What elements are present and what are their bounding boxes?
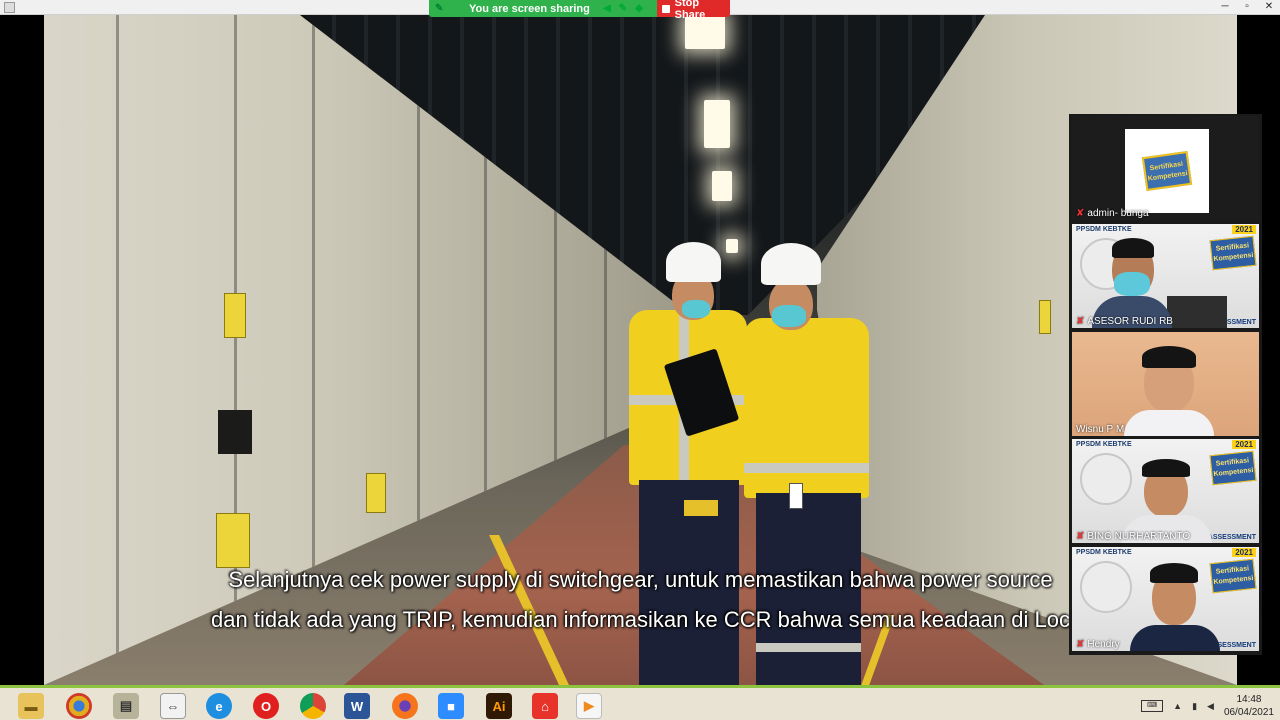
window-app-icon bbox=[4, 2, 15, 13]
share-status-bar[interactable]: ✎ You are screen sharing ◀ ✎ ◆ bbox=[429, 0, 657, 17]
shared-video: Selanjutnya cek power supply di switchge… bbox=[44, 15, 1237, 685]
warning-label bbox=[216, 513, 250, 568]
chrome-icon[interactable] bbox=[300, 693, 326, 719]
media-player-icon[interactable]: ▶ bbox=[576, 693, 602, 719]
participant-name: ✘ BING NURHARTANTO bbox=[1076, 531, 1191, 542]
word-icon[interactable]: W bbox=[344, 693, 370, 719]
profile-picture: Sertifikasi Kompetensi bbox=[1125, 129, 1209, 213]
participant-tile[interactable]: Wisnu P M bbox=[1072, 332, 1259, 436]
certification-logo: Sertifikasi Kompetensi bbox=[1141, 150, 1193, 192]
ministry-seal-icon bbox=[1080, 453, 1132, 505]
mic-muted-icon: ✘ bbox=[1076, 531, 1085, 542]
participant-name: ✘ admin- bunga bbox=[1076, 208, 1149, 219]
share-status-text: You are screen sharing bbox=[469, 2, 590, 15]
pin-icon[interactable]: ✎ bbox=[435, 3, 449, 14]
teamviewer-icon[interactable]: ⇔ bbox=[160, 693, 186, 719]
volume-icon[interactable]: ◀ bbox=[1207, 701, 1214, 712]
stop-share-button[interactable]: Stop Share bbox=[657, 0, 730, 21]
stop-square-icon bbox=[662, 4, 670, 13]
close-icon[interactable]: ✕ bbox=[1262, 0, 1276, 14]
file-explorer-icon[interactable]: ▬ bbox=[18, 693, 44, 719]
maximize-icon[interactable]: ▫ bbox=[1240, 0, 1254, 14]
participant-name: ✘ ASESOR RUDI RB bbox=[1076, 316, 1173, 327]
chrome-legacy-icon[interactable] bbox=[66, 693, 92, 719]
participant-tile[interactable]: PPSDM KEBTKE 2021 Sertifikasi Kompetensi… bbox=[1072, 547, 1259, 651]
ceiling-light bbox=[704, 100, 730, 148]
screen-share-banner: ✎ You are screen sharing ◀ ✎ ◆ Stop Shar… bbox=[429, 0, 730, 21]
network-icon[interactable]: ▮ bbox=[1192, 701, 1197, 712]
shield-icon[interactable]: ◆ bbox=[631, 3, 647, 14]
warning-label bbox=[366, 473, 386, 513]
certification-badge: Sertifikasi Kompetensi bbox=[1209, 235, 1257, 271]
firefox-icon[interactable] bbox=[392, 693, 418, 719]
brand-text: PPSDM KEBTKE bbox=[1076, 549, 1132, 556]
brand-text: PPSDM KEBTKE bbox=[1076, 441, 1132, 448]
mic-muted-icon: ✘ bbox=[1076, 639, 1085, 650]
internet-explorer-icon[interactable]: e bbox=[206, 693, 232, 719]
participant-tile[interactable]: PPSDM KEBTKE 2021 Sertifikasi Kompetensi… bbox=[1072, 224, 1259, 328]
minimize-icon[interactable]: ─ bbox=[1218, 0, 1232, 14]
archive-manager-icon[interactable]: ▤ bbox=[113, 693, 139, 719]
meter-window bbox=[218, 410, 252, 454]
zoom-share-screen: ─ ▫ ✕ ✎ You are screen sharing ◀ ✎ ◆ Sto… bbox=[0, 0, 1280, 720]
year-badge: 2021 bbox=[1232, 548, 1256, 557]
subtitle-line-1: Selanjutnya cek power supply di switchge… bbox=[228, 567, 1053, 592]
participants-panel: Sertifikasi Kompetensi ✘ admin- bunga PPS… bbox=[1069, 114, 1262, 655]
warning-label bbox=[224, 293, 246, 338]
annotate-icon[interactable]: ✎ bbox=[615, 3, 631, 14]
year-badge: 2021 bbox=[1232, 225, 1256, 234]
certification-badge: Sertifikasi Kompetensi bbox=[1209, 450, 1257, 486]
zoom-icon[interactable]: ■ bbox=[438, 693, 464, 719]
system-tray: ⌨ ▲ ▮ ◀ 14:48 06/04/2021 bbox=[1141, 692, 1274, 720]
clock-time: 14:48 bbox=[1236, 694, 1262, 705]
speaker-icon[interactable]: ◀ bbox=[599, 3, 615, 14]
clock-date: 06/04/2021 bbox=[1223, 707, 1274, 718]
warning-label bbox=[1039, 300, 1051, 334]
participant-name: Wisnu P M bbox=[1076, 424, 1125, 435]
ministry-seal-icon bbox=[1080, 561, 1132, 613]
year-badge: 2021 bbox=[1232, 440, 1256, 449]
acrobat-icon[interactable]: ⌂ bbox=[532, 693, 558, 719]
opera-icon[interactable]: O bbox=[253, 693, 279, 719]
clock[interactable]: 14:48 06/04/2021 bbox=[1224, 693, 1274, 719]
mic-muted-icon: ✘ bbox=[1076, 316, 1085, 327]
participant-tile[interactable]: Sertifikasi Kompetensi ✘ admin- bunga bbox=[1072, 116, 1259, 220]
certification-badge: Sertifikasi Kompetensi bbox=[1209, 558, 1257, 594]
brand-text: PPSDM KEBTKE bbox=[1076, 226, 1132, 233]
participant-name: ✘ Hendry bbox=[1076, 639, 1120, 650]
tray-expand-icon[interactable]: ▲ bbox=[1173, 701, 1182, 711]
ceiling-light bbox=[712, 171, 732, 201]
stop-share-label: Stop Share bbox=[674, 0, 706, 21]
mic-muted-icon: ✘ bbox=[1076, 208, 1085, 219]
illustrator-icon[interactable]: Ai bbox=[486, 693, 512, 719]
subtitle-line-2: dan tidak ada yang TRIP, kemudian inform… bbox=[211, 607, 1070, 632]
windows-taskbar: ▬ ▤ ⇔ e O W ■ Ai ⌂ ▶ ⌨ ▲ ▮ ◀ 14:48 06/04… bbox=[0, 685, 1280, 720]
keyboard-icon[interactable]: ⌨ bbox=[1141, 700, 1164, 712]
participant-tile[interactable]: PPSDM KEBTKE 2021 Sertifikasi Kompetensi… bbox=[1072, 439, 1259, 543]
